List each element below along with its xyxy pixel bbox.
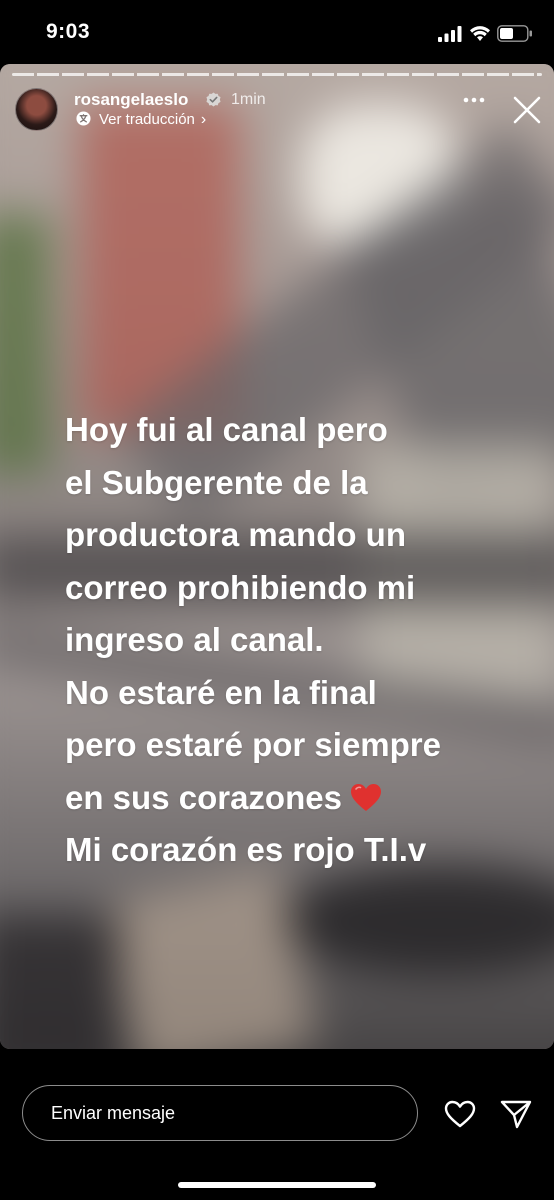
story-username[interactable]: rosangelaeslo xyxy=(74,90,188,110)
translate-label: Ver traducción xyxy=(99,111,195,128)
status-time: 9:03 xyxy=(46,20,91,43)
chevron-right-icon: › xyxy=(200,111,207,128)
caption-line: correo prohibiendo mi xyxy=(65,568,416,606)
close-icon[interactable] xyxy=(512,95,542,125)
story-header: rosangelaeslo 1min Ver traducción › xyxy=(0,86,554,136)
caption-line: No estaré en la final xyxy=(65,673,377,711)
reply-bar: Enviar mensaje xyxy=(0,1049,554,1200)
caption-line: Mi corazón es rojo T.I.v xyxy=(65,831,427,868)
cellular-signal-icon xyxy=(438,26,462,42)
translate-icon xyxy=(76,111,91,126)
caption-line: pero estaré por siempre xyxy=(65,726,441,763)
wifi-icon xyxy=(470,26,490,41)
story-timestamp: 1min xyxy=(231,91,266,108)
send-icon[interactable] xyxy=(500,1099,532,1129)
caption-line: Hoy fui al canal pero xyxy=(65,411,388,448)
story-caption: Hoy fui al canal pero el Subgerente de l… xyxy=(65,404,545,877)
home-indicator xyxy=(178,1182,376,1188)
status-bar: 9:03 xyxy=(0,0,554,64)
caption-line-text: en sus corazones xyxy=(65,778,342,816)
heart-icon[interactable] xyxy=(444,1100,476,1128)
caption-line: productora mando un xyxy=(65,516,406,553)
verified-badge-icon xyxy=(206,92,221,107)
battery-icon xyxy=(497,25,532,42)
story-view[interactable]: rosangelaeslo 1min Ver traducción › Hoy f… xyxy=(0,64,554,1049)
caption-line-with-emoji: en sus corazones xyxy=(65,772,545,825)
story-progress-bar xyxy=(12,73,542,76)
send-message-input[interactable]: Enviar mensaje xyxy=(22,1085,418,1141)
caption-line: ingreso al canal. xyxy=(65,621,324,658)
caption-line: el Subgerente de la xyxy=(65,463,368,501)
red-heart-emoji-icon xyxy=(350,783,381,811)
translate-link[interactable]: Ver traducción › xyxy=(76,111,206,131)
avatar[interactable] xyxy=(15,88,58,131)
more-options-icon[interactable] xyxy=(463,96,485,104)
